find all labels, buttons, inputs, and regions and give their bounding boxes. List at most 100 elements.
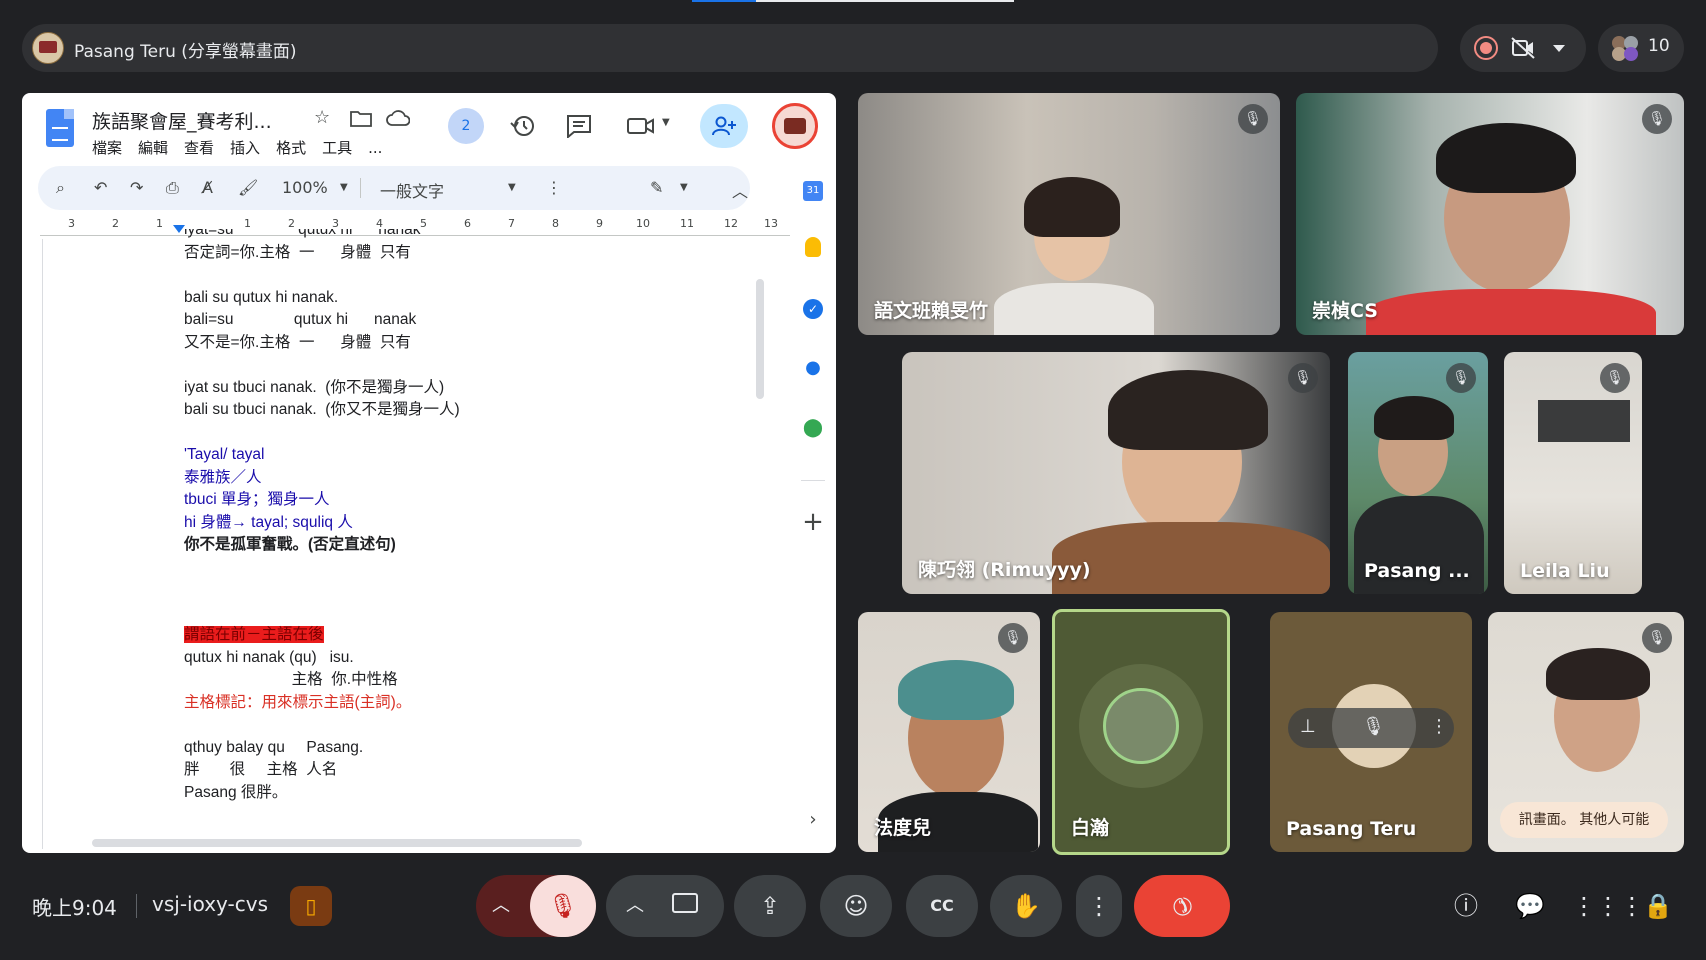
shared-document[interactable]: 族語聚會屋_賽考利... ☆ 檔案 編輯 查看 插入 格式 工具... 2 ▼ ⌕ ↶ ↷… [22, 93, 836, 853]
recording-controls[interactable] [1460, 24, 1586, 72]
meet-icon[interactable] [626, 115, 656, 137]
participant-tile[interactable]: 🎙 Pasang ... [1348, 352, 1488, 594]
doc-line: 'Tayal/ tayal [184, 446, 265, 463]
emoji-icon: ☺ [843, 892, 869, 920]
expand-side-panel-icon[interactable]: › [809, 809, 816, 830]
menu-edit[interactable]: 編輯 [138, 139, 168, 157]
star-icon[interactable]: ☆ [314, 107, 330, 128]
tile-hover-controls[interactable]: ⊥ 🎙 ⋮ [1288, 708, 1454, 748]
chat-button[interactable]: 💬 [1508, 884, 1552, 928]
menu-more[interactable]: ... [368, 139, 382, 157]
undo-icon[interactable]: ↶ [94, 178, 107, 197]
participant-tile[interactable]: 🎙 崇楨CS [1296, 93, 1684, 335]
doc-menu[interactable]: 檔案 編輯 查看 插入 格式 工具... [92, 137, 398, 158]
redo-icon[interactable]: ↷ [130, 178, 143, 197]
captions-button[interactable]: CC [906, 875, 978, 937]
doc-line: bali=su qutux hi nanak [184, 311, 417, 328]
meeting-code[interactable]: vsj-ioxy-cvs [152, 892, 268, 916]
camera-off-icon[interactable] [1510, 36, 1536, 60]
menu-file[interactable]: 檔案 [92, 139, 122, 157]
style-dropdown-icon[interactable]: ▼ [508, 182, 516, 193]
participant-tile[interactable]: 🎙 陳巧翎 (Rimuyyy) [902, 352, 1330, 594]
horizontal-scrollbar[interactable] [92, 839, 582, 847]
paragraph-style-select[interactable]: 一般文字 [380, 178, 444, 202]
paint-format-icon[interactable]: 🖌 [238, 178, 258, 197]
editing-mode-dropdown-icon[interactable]: ▼ [680, 182, 688, 193]
side-divider [801, 480, 825, 481]
participant-tile[interactable]: ⊥ 🎙 ⋮ Pasang Teru [1270, 612, 1472, 852]
participants-avatars-icon [1612, 36, 1638, 61]
camera-options-chevron-icon[interactable]: ︿ [626, 875, 644, 937]
doc-line: 又不是=你.主格 一 身體 只有 [184, 333, 411, 351]
doc-title[interactable]: 族語聚會屋_賽考利... [92, 107, 272, 134]
camera-control-group[interactable]: ︿ [606, 875, 724, 937]
keep-icon[interactable] [805, 237, 821, 257]
add-person-icon [712, 116, 736, 136]
meeting-info-button[interactable]: ⓘ [1444, 884, 1488, 928]
leave-call-button[interactable]: ✆ [1134, 875, 1230, 937]
version-history-icon[interactable] [510, 113, 536, 139]
host-controls-button[interactable]: 🔒 [1636, 884, 1680, 928]
raise-hand-button[interactable]: ✋ [990, 875, 1062, 937]
collaborator-count-badge[interactable]: 2 [448, 108, 484, 144]
move-folder-icon[interactable] [350, 109, 372, 127]
more-icon: ⋮ [1087, 892, 1111, 920]
presenter-bar[interactable]: Pasang Teru (分享螢幕畫面) [22, 24, 1438, 72]
menu-tools[interactable]: 工具 [322, 139, 352, 157]
participant-tile[interactable]: 🎙 訊畫面。 其他人可能 [1488, 612, 1684, 852]
side-panel[interactable]: 31 ✓ ● ⬤ + › [790, 93, 836, 853]
more-options-icon[interactable]: ⋮ [546, 178, 562, 197]
share-button[interactable] [700, 104, 748, 148]
contacts-icon[interactable]: ● [805, 357, 821, 378]
camera-icon[interactable] [672, 893, 698, 913]
mic-control-group[interactable]: ︿ 🎙 [476, 875, 596, 937]
participant-video [994, 283, 1154, 335]
meet-dropdown-icon[interactable]: ▼ [662, 117, 670, 128]
host-badge-icon[interactable]: ▯ [290, 886, 332, 926]
search-menu-icon[interactable]: ⌕ [56, 178, 65, 198]
participant-tile[interactable]: 🎙 Leila Liu [1504, 352, 1642, 594]
add-addon-icon[interactable]: + [802, 507, 824, 537]
emoji-button[interactable]: ☺ [820, 875, 892, 937]
more-options-icon[interactable]: ⋮ [1430, 716, 1448, 737]
participant-video [1052, 522, 1330, 594]
menu-format[interactable]: 格式 [276, 139, 306, 157]
menu-insert[interactable]: 插入 [230, 139, 260, 157]
participant-count: 10 [1648, 36, 1670, 56]
vertical-scrollbar[interactable] [756, 279, 764, 399]
participant-tile[interactable]: 🎙 法度兒 [858, 612, 1040, 852]
print-icon[interactable]: ⎙ [166, 178, 179, 198]
editing-mode-icon[interactable]: ✎ [650, 178, 663, 197]
menu-view[interactable]: 查看 [184, 139, 214, 157]
participant-name: 語文班賴旻竹 [874, 300, 989, 322]
chevron-down-icon[interactable] [1552, 44, 1566, 54]
calendar-icon[interactable]: 31 [803, 181, 823, 201]
zoom-select[interactable]: 100% [282, 178, 328, 197]
participant-video [1436, 123, 1576, 193]
mic-icon[interactable]: 🎙 [1362, 716, 1385, 737]
participant-name: Leila Liu [1520, 560, 1610, 582]
collapse-menus-icon[interactable]: ︿ [732, 178, 748, 202]
doc-body[interactable]: iyat=su qutux hi nanak 否定詞=你.主格 一 身體 只有 … [184, 229, 744, 849]
maps-icon[interactable]: ⬤ [803, 417, 823, 438]
mic-muted-icon: 🎙 [1600, 363, 1630, 393]
doc-line: hi 身體→ tayal; squliq 人 [184, 513, 353, 531]
mic-off-icon[interactable]: 🎙 [530, 875, 596, 937]
participant-tile-active-speaker[interactable]: 白瀚 [1052, 609, 1230, 855]
mic-options-chevron-icon[interactable]: ︿ [492, 875, 510, 937]
participants-button[interactable]: 10 [1598, 24, 1684, 72]
activities-button[interactable]: ⋮⋮⋮ [1572, 884, 1644, 928]
cloud-status-icon[interactable] [386, 109, 410, 127]
comments-icon[interactable] [566, 114, 592, 138]
present-button[interactable]: ⇪ [734, 875, 806, 937]
participant-name: 法度兒 [874, 817, 932, 839]
doc-toolbar[interactable]: ⌕ ↶ ↷ ⎙ A̸ 🖌 100% ▼ 一般文字 ▼ ⋮ ✎ ▼ ︿ [38, 166, 750, 210]
pin-icon[interactable]: ⊥ [1300, 716, 1316, 737]
participant-tile[interactable]: 🎙 語文班賴旻竹 [858, 93, 1280, 335]
spellcheck-icon[interactable]: A̸ [202, 178, 213, 197]
tasks-icon[interactable]: ✓ [803, 299, 823, 319]
more-options-button[interactable]: ⋮ [1076, 875, 1122, 937]
zoom-dropdown-icon[interactable]: ▼ [340, 182, 348, 193]
participant-name: Pasang ... [1364, 560, 1470, 582]
doc-line [184, 354, 744, 377]
